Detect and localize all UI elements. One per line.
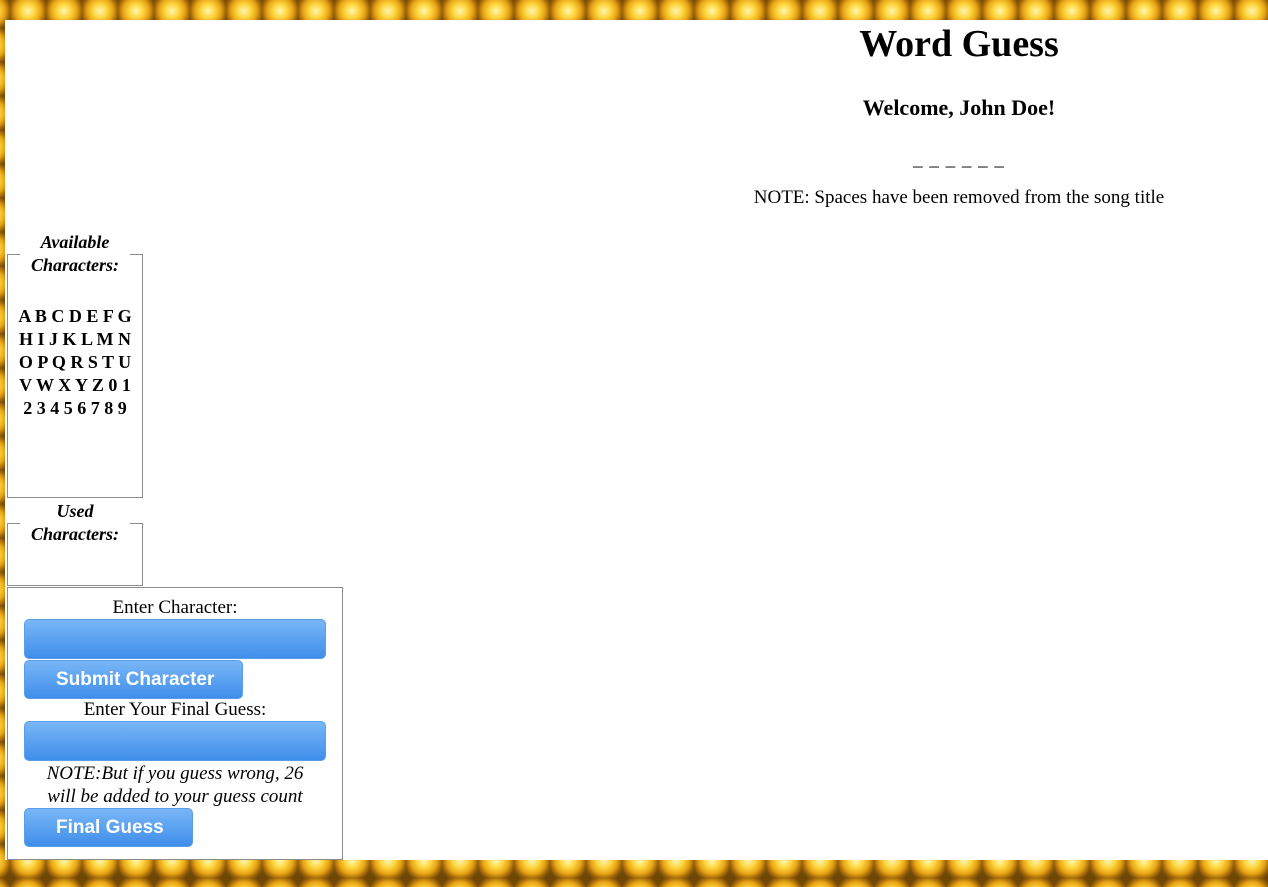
guess-form: Enter Character: Submit Character Enter …: [7, 587, 343, 860]
welcome-message: Welcome, John Doe!: [862, 95, 1056, 120]
final-guess-button[interactable]: Final Guess: [24, 808, 193, 847]
word-blanks: _ _ _ _ _ _: [913, 149, 1005, 170]
submit-character-button[interactable]: Submit Character: [24, 660, 243, 699]
available-characters-legend: Available Characters:: [30, 232, 119, 275]
character-input[interactable]: [24, 619, 326, 659]
final-guess-label: Enter Your Final Guess:: [83, 699, 267, 720]
game-page: Word Guess Welcome, John Doe! _ _ _ _ _ …: [5, 20, 1268, 860]
final-guess-input[interactable]: [24, 721, 326, 761]
available-characters-box: Available Characters: A B C D E F G H I …: [7, 231, 143, 498]
enter-character-label: Enter Character:: [112, 597, 238, 618]
spaces-note: NOTE: Spaces have been removed from the …: [753, 187, 1165, 208]
final-guess-note: NOTE:But if you guess wrong, 26 will be …: [46, 763, 304, 807]
available-characters-list: A B C D E F G H I J K L M N O P Q R S T …: [18, 306, 132, 418]
used-characters-legend: Used Characters:: [30, 501, 119, 544]
page-title: Word Guess: [859, 23, 1059, 65]
used-characters-box: Used Characters:: [7, 500, 143, 586]
